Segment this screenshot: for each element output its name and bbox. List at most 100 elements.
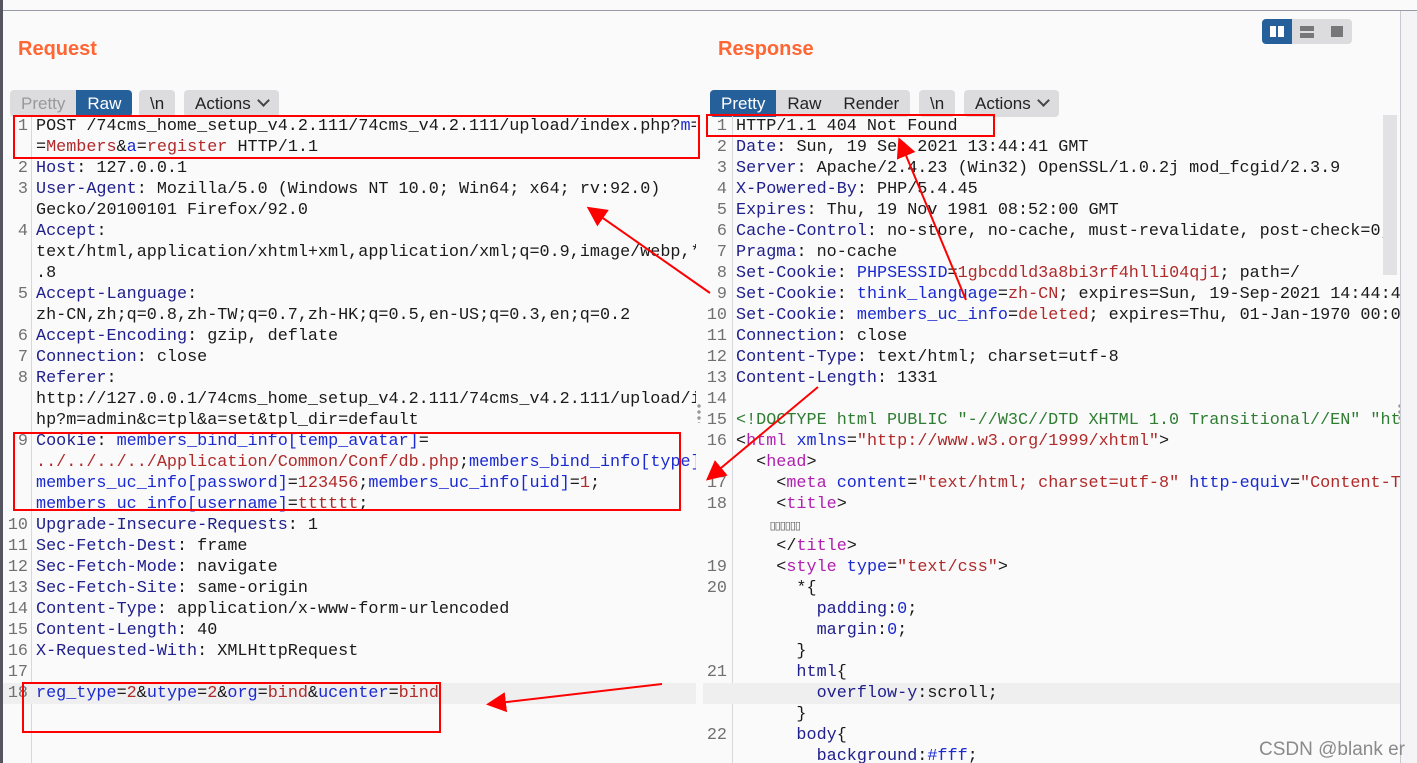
code-token: : 40 <box>177 621 218 640</box>
line-text: ▯▯▯▯▯▯ <box>736 515 801 538</box>
line-text: Set-Cookie: PHPSESSID=1gbcddld3a8bi3rf4h… <box>736 263 1300 284</box>
code-token: ../../../../Application/Common/Conf/db.p… <box>36 453 459 472</box>
code-token: = <box>569 474 580 493</box>
line-text: members_uc_info[username]=tttttt; <box>36 494 368 515</box>
tab-pretty[interactable]: Pretty <box>10 90 76 117</box>
code-token: html <box>746 432 787 451</box>
chevron-down-icon <box>1036 94 1050 107</box>
code-token: members_uc_info[uid] <box>368 474 570 493</box>
tab-raw[interactable]: Raw <box>76 90 133 117</box>
code-token: = <box>947 264 958 283</box>
pane-resize-handle[interactable] <box>697 403 701 423</box>
code-row: 4 X-Powered-By: PHP/5.4.45 <box>703 179 1400 200</box>
line-text: <head> <box>736 452 816 473</box>
code-row: 17 <box>3 662 696 683</box>
line-text: body{ <box>736 725 846 746</box>
request-editor[interactable]: 1 POST /74cms_home_setup_v4.2.111/74cms_v… <box>3 115 696 763</box>
response-newline-button[interactable]: \n <box>919 90 956 117</box>
code-token: <!DOCTYPE html PUBLIC "-//W3C//DTD XHTML… <box>736 411 1400 430</box>
line-text: =Members&a=register HTTP/1.1 <box>36 137 318 158</box>
code-token: deleted <box>1018 306 1089 325</box>
code-row: 11 Connection: close <box>703 326 1400 347</box>
line-text: POST /74cms_home_setup_v4.2.111/74cms_v4… <box>36 116 696 137</box>
code-row: text/html,application/xhtml+xml,applicat… <box>3 242 696 263</box>
line-number: 9 <box>17 432 28 451</box>
code-token: Accept-Encoding <box>36 327 188 346</box>
newline-label: \n <box>150 94 165 113</box>
response-actions-button[interactable]: Actions <box>964 90 1059 117</box>
side-by-side-icon[interactable] <box>1262 19 1292 44</box>
code-row: overflow-y:scroll; <box>703 683 1400 704</box>
code-row: 8 Referer: <box>3 368 696 389</box>
code-token: = <box>887 558 898 577</box>
request-title: Request <box>18 38 97 60</box>
tab-render[interactable]: Render <box>832 90 910 117</box>
newline-label: \n <box>930 94 945 113</box>
request-view-tabs: Pretty Raw <box>10 90 133 117</box>
line-number: 22 <box>706 726 727 745</box>
tab-pretty[interactable]: Pretty <box>710 90 777 117</box>
line-text: Set-Cookie: members_uc_info=deleted; exp… <box>736 305 1400 326</box>
response-scrollbar[interactable] <box>1383 115 1397 275</box>
line-number: 10 <box>706 306 727 325</box>
code-token: Sec-Fetch-Dest <box>36 537 177 556</box>
code-token: register <box>146 138 228 157</box>
code-token: > <box>846 537 857 556</box>
line-number: 16 <box>706 432 727 451</box>
line-number: 2 <box>17 159 28 178</box>
code-token: Referer <box>36 369 107 388</box>
tab-raw[interactable]: Raw <box>776 90 832 117</box>
code-token: head <box>766 453 807 472</box>
code-row: members_uc_info[password]=123456;members… <box>3 473 696 494</box>
code-token: = <box>136 138 147 157</box>
code-token: margin <box>736 621 877 640</box>
line-number: 16 <box>7 642 28 661</box>
code-token: ; <box>589 474 601 493</box>
code-row: ../../../../Application/Common/Conf/db.p… <box>3 452 696 473</box>
line-text: User-Agent: Mozilla/5.0 (Windows NT 10.0… <box>36 179 660 200</box>
code-token: 0 <box>887 621 898 640</box>
code-token: Gecko/20100101 Firefox/92.0 <box>36 201 308 220</box>
response-title: Response <box>718 38 814 60</box>
code-token: 2 <box>207 684 218 703</box>
code-token: POST /74cms_home_setup_v4.2.111/74cms_v4… <box>36 117 681 136</box>
code-token: = <box>690 117 696 136</box>
line-text: http://127.0.0.1/74cms_home_setup_v4.2.1… <box>36 389 696 410</box>
line-text: Host: 127.0.0.1 <box>36 158 187 179</box>
stacked-icon[interactable] <box>1292 19 1322 44</box>
line-number: 9 <box>716 285 727 304</box>
line-number: 15 <box>706 411 727 430</box>
line-text: X-Powered-By: PHP/5.4.45 <box>736 179 978 200</box>
request-actions-button[interactable]: Actions <box>184 90 279 117</box>
code-token: ; <box>907 600 918 619</box>
code-row: 16 X-Requested-With: XMLHttpRequest <box>3 641 696 662</box>
code-token: Set-Cookie <box>736 285 837 304</box>
code-token: meta <box>786 474 827 493</box>
code-token: 1gbcddld3a8bi3rf4hlli04qj1 <box>957 264 1220 283</box>
line-text: Accept-Language: <box>36 284 197 305</box>
code-token: text/html,application/xhtml+xml,applicat… <box>36 243 696 262</box>
code-row: } <box>703 704 1400 725</box>
code-token: : 1331 <box>877 369 938 388</box>
line-text: <title> <box>736 494 847 515</box>
line-text: text/html,application/xhtml+xml,applicat… <box>36 242 696 263</box>
line-text: ../../../../Application/Common/Conf/db.p… <box>36 452 696 473</box>
code-token: members_bind_info[temp_avatar] <box>116 432 419 451</box>
line-text: Cookie: members_bind_info[temp_avatar]= <box>36 431 429 452</box>
line-number: 6 <box>716 222 727 241</box>
line-text: Connection: close <box>736 326 907 347</box>
line-number: 15 <box>7 621 28 640</box>
code-token: 1 <box>579 474 590 493</box>
code-token: content <box>836 474 908 493</box>
code-row: 1 POST /74cms_home_setup_v4.2.111/74cms_v… <box>3 116 696 137</box>
response-editor[interactable]: 1 HTTP/1.1 404 Not Found 2 Date: Sun, 19 Se… <box>703 115 1400 763</box>
code-token: members_uc_info[username] <box>36 495 288 514</box>
code-token: 0 <box>897 600 908 619</box>
request-newline-button[interactable]: \n <box>139 90 176 117</box>
code-row: members_uc_info[username]=tttttt; <box>3 494 696 515</box>
single-pane-icon[interactable] <box>1322 19 1352 44</box>
code-token: = <box>1007 306 1019 325</box>
code-token: & <box>136 684 147 703</box>
line-number: 5 <box>17 285 28 304</box>
